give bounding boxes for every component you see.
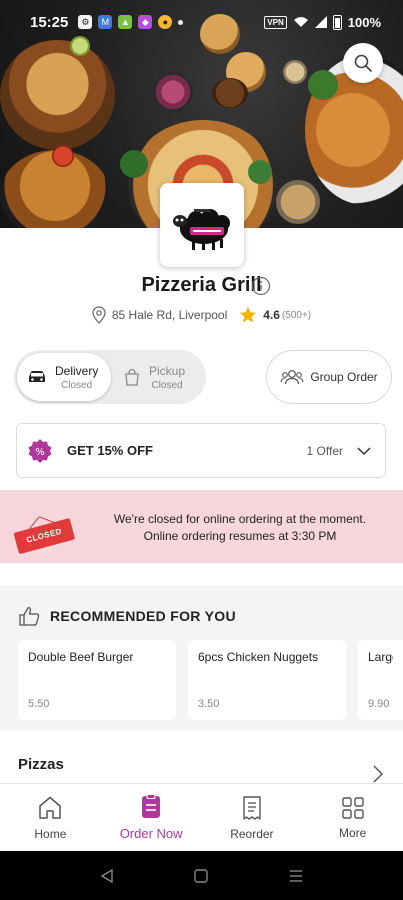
recent-apps-icon[interactable] [288, 868, 304, 884]
thumbs-up-icon [19, 607, 40, 626]
offer-card[interactable]: % GET 15% OFF 1 Offer [16, 423, 386, 478]
meet-icon: M [98, 15, 113, 29]
shopping-bag-icon [125, 368, 139, 386]
order-mode-toggle: Delivery Closed Pickup Closed [14, 350, 206, 404]
search-icon [354, 54, 372, 72]
pickup-option[interactable]: Pickup Closed [113, 353, 207, 401]
dot-icon [178, 19, 184, 25]
delivery-status: Closed [61, 379, 93, 391]
recommended-item-price: 3.50 [198, 698, 220, 710]
nav-order-now[interactable]: Order Now [101, 784, 202, 851]
bottom-navigation: Home Order Now Reorder More [0, 783, 403, 851]
store-meta: 85 Hale Rd, Liverpool 4.6 (500+) [0, 306, 403, 324]
receipt-icon [243, 795, 261, 820]
store-name: Pizzeria Grill [141, 274, 262, 296]
location-pin-icon [92, 306, 106, 324]
discount-badge-icon: % [27, 438, 53, 464]
recommended-item-name: Large [368, 650, 393, 664]
chevron-down-icon [357, 446, 371, 455]
chrome-icon: ● [158, 15, 173, 29]
star-icon [240, 306, 257, 323]
home-icon [39, 796, 62, 819]
recommended-item[interactable]: Double Beef Burger 5.50 [18, 640, 176, 720]
search-button[interactable] [343, 43, 383, 83]
vpn-indicator: VPN [264, 15, 287, 29]
recommended-item-price: 5.50 [28, 698, 50, 710]
delivery-label: Delivery [55, 363, 99, 378]
recommended-item[interactable]: 6pcs Chicken Nuggets 3.50 [188, 640, 346, 720]
offer-title: GET 15% OFF [67, 443, 153, 458]
nav-more[interactable]: More [302, 784, 403, 851]
recommended-item[interactable]: Large 9.90 [358, 640, 403, 720]
recommended-title: RECOMMENDED FOR YOU [50, 608, 236, 624]
nav-reorder[interactable]: Reorder [202, 784, 303, 851]
closed-message-line1: We're closed for online ordering at the … [113, 512, 367, 526]
group-icon [280, 370, 304, 385]
status-time: 15:25 [30, 13, 69, 31]
nav-reorder-label: Reorder [230, 826, 274, 841]
back-icon[interactable] [99, 868, 115, 884]
group-order-button[interactable]: Group Order [266, 350, 392, 404]
car-icon [29, 371, 45, 382]
status-bar: 15:25 ⚙ M ▲ ◆ ● VPN 100% [0, 0, 403, 44]
wifi-icon [293, 17, 308, 27]
nav-home[interactable]: Home [0, 784, 101, 851]
store-rating: 4.6 [263, 308, 280, 322]
recommended-item-name: 6pcs Chicken Nuggets [198, 650, 319, 664]
offer-count: 1 Offer [306, 443, 343, 458]
recommended-header: RECOMMENDED FOR YOU [18, 606, 236, 626]
delivery-option[interactable]: Delivery Closed [17, 353, 111, 401]
nav-home-label: Home [34, 826, 67, 841]
recommended-item-price: 9.90 [368, 698, 390, 710]
recommended-item-name: Double Beef Burger [28, 650, 134, 664]
pickup-label: Pickup [149, 363, 186, 378]
system-navigation-bar [0, 851, 403, 900]
app-icon: ◆ [138, 15, 153, 29]
signal-icon [314, 16, 327, 28]
battery-icon [332, 14, 342, 30]
store-address[interactable]: 85 Hale Rd, Liverpool [112, 308, 227, 322]
pickup-status: Closed [151, 379, 183, 391]
store-rating-count: (500+) [281, 309, 312, 321]
category-title[interactable]: Pizzas [18, 756, 64, 773]
order-icon [142, 794, 161, 818]
status-right: VPN 100% [264, 14, 381, 30]
store-logo [160, 183, 244, 267]
chevron-right-icon[interactable] [372, 765, 384, 783]
closed-message-line2: Online ordering resumes at 3:30 PM [143, 529, 337, 543]
settings-icon: ⚙ [78, 15, 93, 29]
home-button-icon[interactable] [193, 868, 209, 884]
svg-text:%: % [35, 447, 45, 458]
nav-more-label: More [338, 825, 367, 840]
info-icon[interactable] [251, 276, 271, 296]
grid-icon [341, 796, 364, 819]
battery-level: 100% [347, 14, 381, 30]
black-sheep-logo-icon [173, 209, 230, 250]
android-icon: ▲ [118, 15, 133, 29]
status-notification-icons: ⚙ M ▲ ◆ ● [78, 15, 184, 29]
closed-message: We're closed for online ordering at the … [80, 511, 400, 545]
nav-order-now-label: Order Now [119, 826, 183, 841]
group-order-label: Group Order [310, 370, 378, 384]
